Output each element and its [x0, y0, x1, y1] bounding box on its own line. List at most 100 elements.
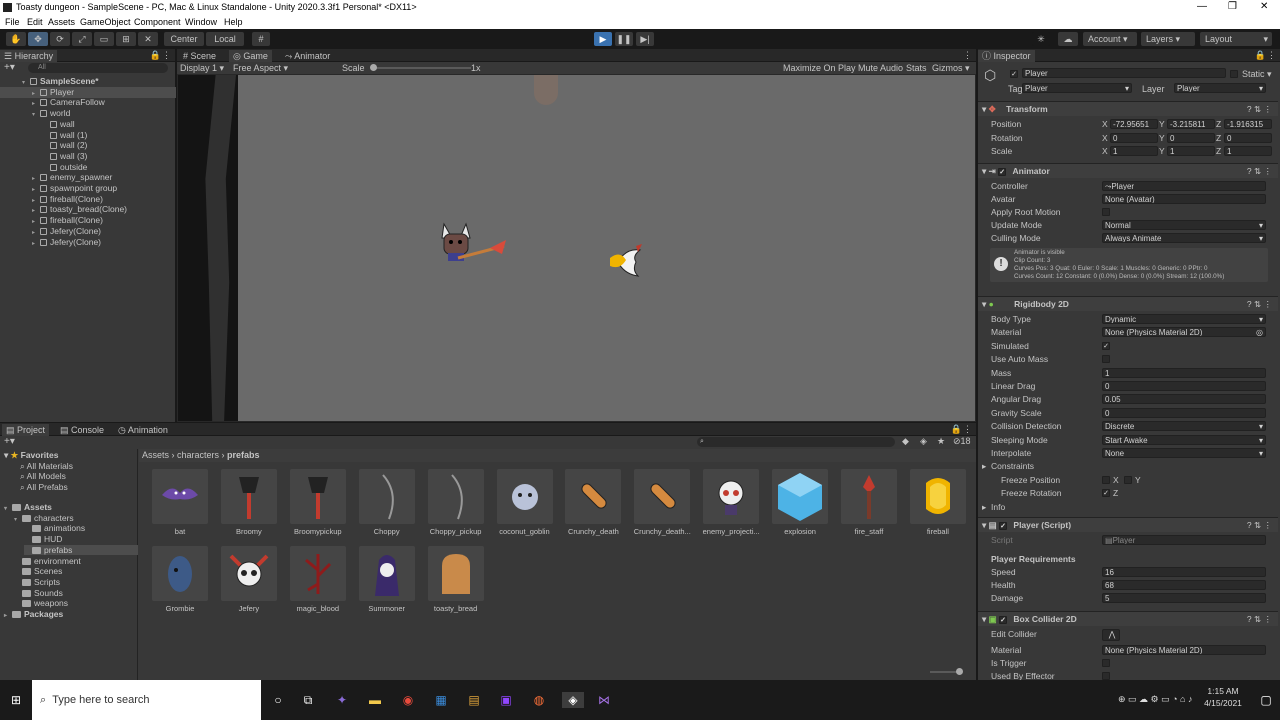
rigidbody-checkbox[interactable]: ✓: [1102, 341, 1110, 350]
rigidbody-field[interactable]: 0.05: [1102, 394, 1266, 405]
tag-dropdown[interactable]: Player ▾: [1022, 83, 1132, 93]
tab-hierarchy[interactable]: ☰ Hierarchy: [0, 50, 58, 62]
stats-toggle[interactable]: Stats: [906, 63, 927, 73]
hierarchy-item[interactable]: outside: [0, 162, 176, 173]
health-field[interactable]: 68: [1102, 580, 1266, 590]
hand-tool-icon[interactable]: ✋: [6, 32, 26, 46]
rotation-x-field[interactable]: 0: [1110, 132, 1158, 143]
trigger-checkbox[interactable]: [1102, 659, 1110, 667]
mute-audio-toggle[interactable]: Mute Audio: [858, 63, 903, 73]
project-search-input[interactable]: ⌕: [697, 437, 895, 447]
folder-item[interactable]: Scripts: [14, 577, 138, 587]
clock[interactable]: 1:15 AM 4/15/2021: [1201, 686, 1245, 708]
lock-icon[interactable]: 🔒: [951, 424, 962, 435]
minimize-icon[interactable]: —: [1197, 1, 1207, 12]
chrome-icon[interactable]: ◉: [400, 692, 416, 708]
filter-label-icon[interactable]: ◈: [920, 436, 927, 447]
transform-header[interactable]: ▾ ✥ Transform? ⇅ ⋮: [978, 101, 1278, 116]
hierarchy-item[interactable]: ▸ Jefery(Clone): [0, 226, 176, 237]
x-axis-label[interactable]: X: [1102, 118, 1108, 131]
breadcrumb-assets[interactable]: Assets: [142, 450, 169, 460]
folder-item[interactable]: HUD: [24, 534, 138, 544]
expand-arrow-icon[interactable]: ▸: [4, 611, 12, 621]
asset-item[interactable]: fire_staff: [835, 469, 903, 541]
asset-item[interactable]: Crunchy_death: [559, 469, 627, 541]
y-axis-label[interactable]: Y: [1159, 118, 1165, 131]
scale-slider[interactable]: [370, 64, 471, 71]
visual-studio-icon[interactable]: ⋈: [596, 692, 612, 708]
rigidbody-dropdown[interactable]: None ▾: [1102, 448, 1266, 458]
asset-item[interactable]: Grombie: [146, 546, 214, 618]
file-explorer-icon[interactable]: ▬: [367, 692, 383, 708]
custom-tool-icon[interactable]: ✕: [138, 32, 158, 46]
filter-type-icon[interactable]: ◆: [902, 436, 909, 447]
app-icon[interactable]: ✦: [334, 692, 350, 708]
tab-inspector[interactable]: ⓘ Inspector: [978, 50, 1035, 62]
hierarchy-item[interactable]: ▸ CameraFollow: [0, 97, 176, 108]
windows-start-icon[interactable]: ⊞: [8, 692, 24, 708]
expand-arrow-icon[interactable]: ▸: [32, 239, 40, 250]
expand-arrow-icon[interactable]: ▾: [14, 515, 22, 525]
hierarchy-item[interactable]: ▸ fireball(Clone): [0, 194, 176, 205]
rigidbody-checkbox[interactable]: [1102, 355, 1110, 364]
rigidbody-dropdown[interactable]: Dynamic ▾: [1102, 314, 1266, 324]
object-name-field[interactable]: Player: [1022, 68, 1226, 78]
expand-arrow-icon[interactable]: ▸: [982, 501, 986, 514]
hierarchy-item[interactable]: ▸ fireball(Clone): [0, 215, 176, 226]
more-icon[interactable]: ⋮: [162, 50, 171, 61]
favorite-icon[interactable]: ★: [937, 436, 945, 447]
effector-checkbox[interactable]: [1102, 672, 1110, 680]
scale-y-field[interactable]: 1: [1167, 146, 1215, 156]
rigidbody-header[interactable]: ▾ ● Rigidbody 2D? ⇅ ⋮: [978, 296, 1278, 311]
pivot-local-button[interactable]: Local: [206, 32, 244, 46]
damage-field[interactable]: 5: [1102, 593, 1266, 603]
x-axis-label[interactable]: X: [1102, 145, 1108, 158]
asset-item[interactable]: bat: [146, 469, 214, 541]
more-icon[interactable]: ⋮: [963, 50, 972, 61]
hierarchy-item[interactable]: ▾ world: [0, 108, 176, 119]
layer-dropdown[interactable]: Player ▾: [1174, 83, 1266, 93]
favorite-all-materials[interactable]: ⌕ All Materials: [20, 461, 73, 471]
hierarchy-item[interactable]: ▸ toasty_bread(Clone): [0, 204, 176, 215]
thumb-size-slider[interactable]: [930, 668, 963, 675]
breadcrumb-characters[interactable]: characters: [177, 450, 219, 460]
transform-tool-icon[interactable]: ⊞: [116, 32, 136, 46]
pause-button[interactable]: ❚❚: [615, 32, 633, 46]
rigidbody-field[interactable]: 0: [1102, 381, 1266, 391]
asset-item[interactable]: coconut_goblin: [491, 469, 559, 541]
close-icon[interactable]: ✕: [1260, 1, 1268, 12]
scale-z-field[interactable]: 1: [1224, 146, 1272, 156]
rotate-tool-icon[interactable]: ⟳: [50, 32, 70, 46]
asset-item[interactable]: Choppy_pickup: [422, 469, 490, 541]
hierarchy-item[interactable]: wall (3): [0, 151, 176, 162]
scale-x-field[interactable]: 1: [1110, 146, 1158, 156]
hierarchy-item[interactable]: wall (2): [0, 140, 176, 151]
cloud-icon[interactable]: ☁: [1058, 32, 1078, 46]
rect-tool-icon[interactable]: ▭: [94, 32, 114, 46]
y-axis-label[interactable]: Y: [1159, 132, 1165, 145]
tab-scene[interactable]: # Scene: [179, 50, 220, 62]
folder-item[interactable]: ▾ characters: [14, 513, 138, 523]
y-axis-label[interactable]: Y: [1159, 145, 1165, 158]
rigidbody-dropdown[interactable]: Discrete ▾: [1102, 421, 1266, 432]
aspect-dropdown[interactable]: Free Aspect ▾: [233, 63, 288, 74]
add-icon[interactable]: +▾: [4, 62, 15, 73]
asset-item[interactable]: enemy_projecti...: [697, 469, 765, 541]
folder-item[interactable]: ▸ Packages: [4, 609, 138, 619]
z-axis-label[interactable]: Z: [1216, 145, 1221, 158]
unity-taskbar-icon[interactable]: ◈: [562, 692, 584, 708]
expand-arrow-icon[interactable]: ▸: [982, 460, 986, 473]
folder-item[interactable]: Sounds: [14, 588, 138, 598]
favorites-header[interactable]: ▾ ★ Favorites: [4, 450, 58, 460]
root-motion-checkbox[interactable]: [1102, 208, 1110, 216]
box-collider-header[interactable]: ▾ ▣ ✓ Box Collider 2D? ⇅ ⋮: [978, 611, 1278, 626]
collab-icon[interactable]: ✳: [1032, 32, 1050, 46]
hierarchy-item[interactable]: ▸ spawnpoint group: [0, 183, 176, 194]
folder-item[interactable]: animations: [24, 523, 138, 533]
tab-animator[interactable]: ⤳ Animator: [281, 50, 334, 62]
game-viewport[interactable]: [178, 75, 975, 421]
controller-field[interactable]: ⤳Player: [1102, 181, 1266, 191]
menu-gameobject[interactable]: GameObject: [80, 17, 131, 27]
folder-item[interactable]: Scenes: [14, 566, 138, 576]
bc-material-field[interactable]: None (Physics Material 2D): [1102, 645, 1266, 655]
